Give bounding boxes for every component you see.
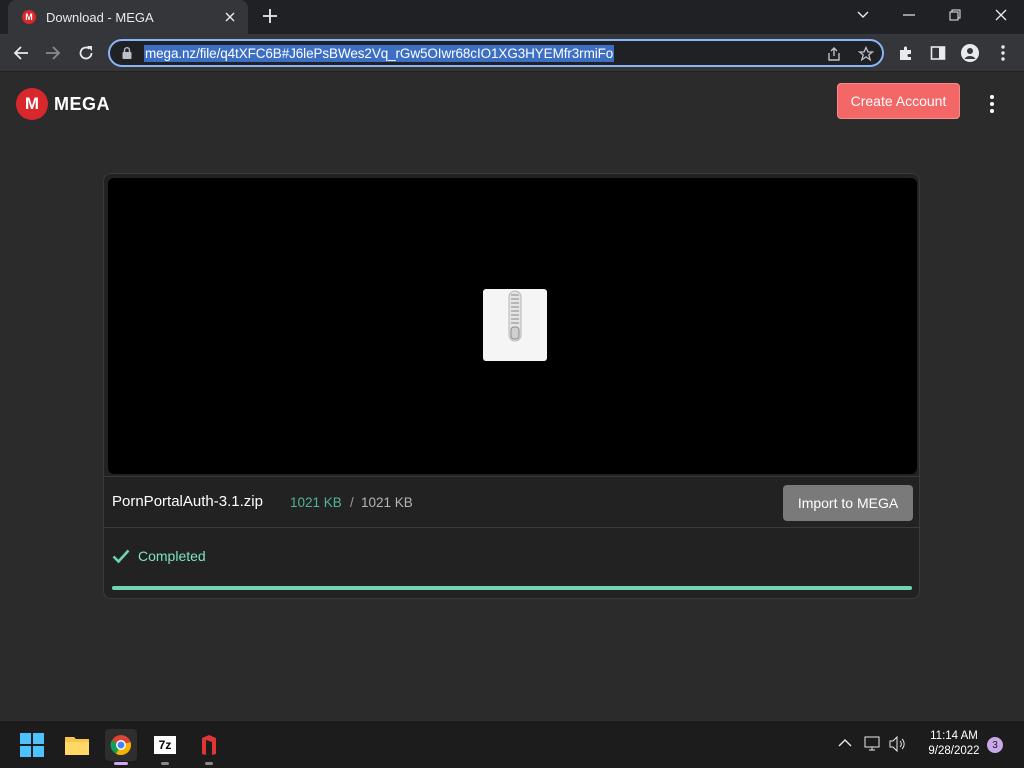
mega-logo-icon: M xyxy=(16,88,48,120)
red-app-icon[interactable] xyxy=(193,729,225,765)
minimize-icon[interactable] xyxy=(886,0,932,30)
file-info-row: PornPortalAuth-3.1.zip 1021 KB / 1021 KB… xyxy=(104,476,919,528)
mega-logo[interactable]: M MEGA xyxy=(16,88,110,120)
clock-time: 11:14 AM xyxy=(930,730,978,742)
import-to-mega-button[interactable]: Import to MEGA xyxy=(783,485,913,521)
profile-avatar-icon[interactable] xyxy=(957,40,983,66)
browser-toolbar: mega.nz/file/q4tXFC6B#J6lePsBWes2Vq_rGw5… xyxy=(0,34,1024,72)
tab-close-icon[interactable] xyxy=(222,9,238,25)
new-tab-button[interactable] xyxy=(258,5,282,29)
clock-date: 9/28/2022 xyxy=(928,745,980,757)
page-menu-icon[interactable] xyxy=(984,94,1000,114)
tab-search-icon[interactable] xyxy=(840,0,886,30)
bookmark-star-icon[interactable] xyxy=(858,46,874,62)
seven-zip-icon[interactable]: 7z xyxy=(149,729,181,765)
downloaded-size: 1021 KB xyxy=(290,495,342,510)
share-icon[interactable] xyxy=(826,46,842,62)
forward-arrow-icon[interactable] xyxy=(40,40,66,66)
mega-favicon-icon: M xyxy=(22,10,36,24)
file-name: PornPortalAuth-3.1.zip xyxy=(112,493,263,510)
size-separator: / xyxy=(350,495,354,510)
restore-icon[interactable] xyxy=(932,0,978,30)
notification-badge[interactable]: 3 xyxy=(987,737,1003,753)
back-arrow-icon[interactable] xyxy=(8,40,34,66)
url-text[interactable]: mega.nz/file/q4tXFC6B#J6lePsBWes2Vq_rGw5… xyxy=(144,44,615,62)
progress-fill xyxy=(112,586,912,590)
file-explorer-icon[interactable] xyxy=(61,729,93,761)
checkmark-icon xyxy=(112,549,130,564)
browser-tab[interactable]: M Download - MEGA xyxy=(8,0,248,34)
window-close-icon[interactable] xyxy=(978,0,1024,30)
volume-icon[interactable] xyxy=(889,735,907,757)
chrome-taskbar-icon[interactable] xyxy=(105,729,137,765)
windows-start-icon[interactable] xyxy=(16,729,48,761)
tab-title: Download - MEGA xyxy=(46,9,154,25)
show-hidden-icons-icon[interactable] xyxy=(838,735,852,753)
mega-logo-text: MEGA xyxy=(54,93,110,114)
network-icon[interactable] xyxy=(864,736,882,757)
progress-bar xyxy=(112,586,912,590)
browser-menu-icon[interactable] xyxy=(990,40,1016,66)
download-card: PornPortalAuth-3.1.zip 1021 KB / 1021 KB… xyxy=(103,173,920,599)
create-account-button[interactable]: Create Account xyxy=(837,83,960,119)
reload-icon[interactable] xyxy=(73,40,99,66)
side-panel-icon[interactable] xyxy=(925,40,951,66)
lock-icon[interactable] xyxy=(120,46,134,60)
download-status: Completed xyxy=(112,548,206,564)
total-size: 1021 KB xyxy=(361,495,413,510)
address-bar[interactable]: mega.nz/file/q4tXFC6B#J6lePsBWes2Vq_rGw5… xyxy=(108,39,884,67)
file-preview xyxy=(108,178,917,474)
system-clock[interactable]: 11:14 AM 9/28/2022 xyxy=(914,729,994,759)
zip-file-icon xyxy=(483,289,547,361)
tab-strip: M Download - MEGA xyxy=(0,0,1024,34)
taskbar: 7z 11:14 AM 9/28/2022 3 xyxy=(0,720,1024,768)
status-label: Completed xyxy=(138,548,206,564)
mega-page: M MEGA Create Account PornPortalAuth-3.1… xyxy=(0,72,1024,720)
extensions-puzzle-icon[interactable] xyxy=(893,40,919,66)
